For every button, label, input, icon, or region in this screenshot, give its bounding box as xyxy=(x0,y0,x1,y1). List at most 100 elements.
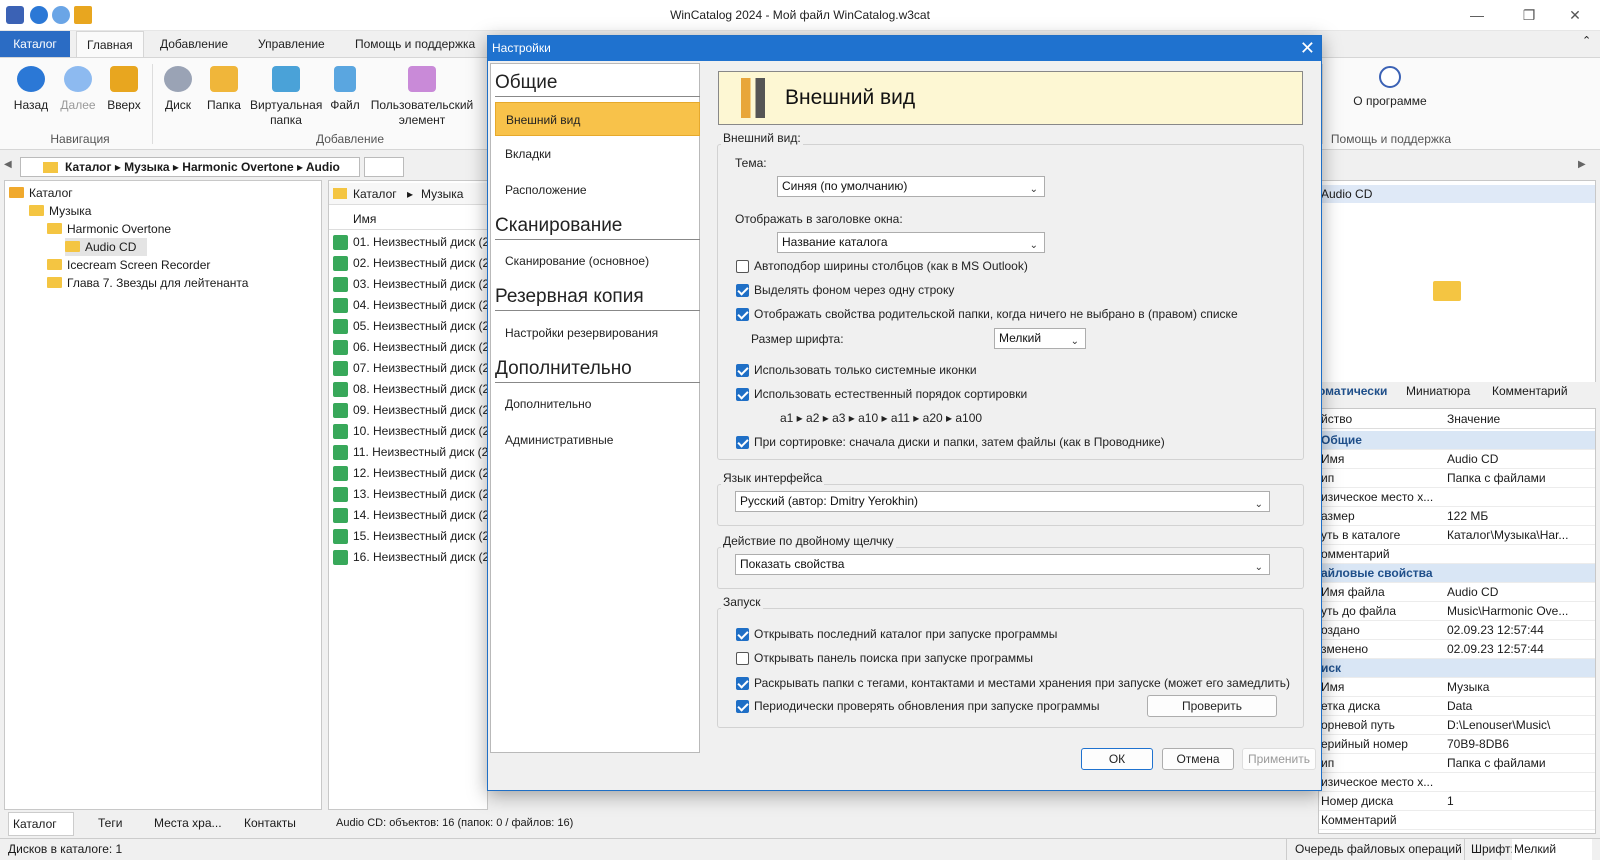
font-size-select[interactable]: Мелкий ⌄ xyxy=(994,328,1086,349)
nav-item-tabs[interactable]: Вкладки xyxy=(495,137,700,171)
parentprops-checkbox[interactable] xyxy=(736,308,749,321)
property-row[interactable]: азмер 122 МБ xyxy=(1319,507,1595,526)
crumb-music[interactable]: Музыка xyxy=(421,183,463,205)
tree-item-catalog[interactable]: Каталог xyxy=(9,184,73,202)
property-row[interactable]: ип Папка с файлами xyxy=(1319,469,1595,488)
minimize-button[interactable]: — xyxy=(1460,4,1494,26)
property-row[interactable]: ерийный номер 70B9-8DB6 xyxy=(1319,735,1595,754)
nav-item-backup-settings[interactable]: Настройки резервирования xyxy=(495,316,700,350)
about-button[interactable]: О программе xyxy=(1350,66,1430,109)
list-item[interactable]: 05. Неизвестный диск (24 xyxy=(329,316,496,337)
tree-item-music[interactable]: Музыка xyxy=(29,202,91,220)
property-section[interactable]: иск xyxy=(1319,659,1595,678)
tab-auto[interactable]: оматически xyxy=(1318,382,1387,400)
property-row[interactable]: уть до файла Music\Harmonic Ove... xyxy=(1319,602,1595,621)
tab-manage[interactable]: Управление xyxy=(248,31,335,57)
new-tab-button[interactable] xyxy=(364,157,404,177)
dblclick-select[interactable]: Показать свойства ⌄ xyxy=(735,554,1270,575)
address-bar[interactable]: Каталог ▸ Музыка ▸ Harmonic Overtone ▸ A… xyxy=(20,157,360,192)
natural-sort-checkbox[interactable] xyxy=(736,388,749,401)
nav-item-layout[interactable]: Расположение xyxy=(495,173,700,207)
property-row[interactable]: Номер диска 1 xyxy=(1319,792,1595,811)
tree-item-icecream[interactable]: Icecream Screen Recorder xyxy=(47,256,210,274)
add-disk-button[interactable]: Диск xyxy=(158,66,198,113)
forward-button[interactable]: Далее xyxy=(56,66,100,113)
property-row[interactable]: етка диска Data xyxy=(1319,697,1595,716)
list-item[interactable]: 16. Неизвестный диск (24 xyxy=(329,547,496,568)
stripes-checkbox[interactable] xyxy=(736,284,749,297)
list-item[interactable]: 15. Неизвестный диск (24 xyxy=(329,526,496,547)
list-item[interactable]: 13. Неизвестный диск (24 xyxy=(329,484,496,505)
nav-item-administrative[interactable]: Административные xyxy=(495,423,700,457)
list-item[interactable]: 06. Неизвестный диск (24 xyxy=(329,337,496,358)
col-value[interactable]: Значение xyxy=(1447,409,1500,429)
tab-storage[interactable]: Места хра... xyxy=(138,812,222,834)
list-item[interactable]: 12. Неизвестный диск (24 xyxy=(329,463,496,484)
back-button[interactable]: Назад xyxy=(10,66,52,113)
nav-item-appearance[interactable]: Внешний вид xyxy=(495,102,700,136)
list-item[interactable]: 11. Неизвестный диск (24 xyxy=(329,442,495,463)
property-row[interactable]: Имя Музыка xyxy=(1319,678,1595,697)
list-item[interactable]: 07. Неизвестный диск (24 xyxy=(329,358,496,379)
tree-item-harmonic-overtone[interactable]: Harmonic Overtone xyxy=(47,220,171,238)
list-item[interactable]: 01. Неизвестный диск (24 xyxy=(329,232,496,253)
caption-select[interactable]: Название каталога ⌄ xyxy=(777,232,1045,253)
sysicons-checkbox[interactable] xyxy=(736,364,749,377)
list-item[interactable]: 10. Неизвестный диск (24 xyxy=(329,421,496,442)
crumb-catalog[interactable]: Каталог xyxy=(353,183,397,205)
folders-first-checkbox[interactable] xyxy=(736,436,749,449)
tab-add[interactable]: Добавление xyxy=(150,31,238,57)
nav-item-scanning-basic[interactable]: Сканирование (основное) xyxy=(495,244,700,278)
property-row[interactable]: омментарий xyxy=(1319,545,1595,564)
check-updates-checkbox[interactable] xyxy=(736,700,749,713)
tab-catalog[interactable]: Каталог xyxy=(8,812,74,836)
autowidth-checkbox[interactable] xyxy=(736,260,749,273)
last-catalog-checkbox[interactable] xyxy=(736,628,749,641)
check-now-button[interactable]: Проверить xyxy=(1147,695,1277,717)
add-folder-button[interactable]: Папка xyxy=(204,66,244,113)
property-row[interactable]: Имя Audio CD xyxy=(1319,450,1595,469)
list-item[interactable]: 04. Неизвестный диск (24 xyxy=(329,295,496,316)
file-queue[interactable]: Очередь файловых операций xyxy=(1286,839,1462,860)
tab-home[interactable]: Главная xyxy=(76,31,144,57)
collapse-ribbon-icon[interactable]: ⌃ xyxy=(1582,34,1591,47)
add-custom-item-button[interactable]: Пользовательский элемент xyxy=(368,66,476,128)
list-item[interactable]: 08. Неизвестный диск (24 xyxy=(329,379,496,400)
maximize-button[interactable]: ❐ xyxy=(1512,4,1546,26)
language-select[interactable]: Русский (автор: Dmitry Yerokhin) ⌄ xyxy=(735,491,1270,512)
property-row[interactable]: Комментарий xyxy=(1319,811,1595,830)
theme-select[interactable]: Синяя (по умолчанию) ⌄ xyxy=(777,176,1045,197)
list-item[interactable]: 02. Неизвестный диск (24 xyxy=(329,253,496,274)
tree-item-chapter7[interactable]: Глава 7. Звезды для лейтенанта xyxy=(47,274,248,292)
scroll-left-icon[interactable]: ◀ xyxy=(4,159,12,170)
cancel-button[interactable]: Отмена xyxy=(1162,748,1234,770)
property-row[interactable]: зменено 02.09.23 12:57:44 xyxy=(1319,640,1595,659)
tab-thumbnail[interactable]: Миниатюра xyxy=(1406,382,1470,400)
tab-tags[interactable]: Теги xyxy=(82,812,122,834)
property-row[interactable]: изическое место х... xyxy=(1319,773,1595,792)
list-item[interactable]: 03. Неизвестный диск (24 xyxy=(329,274,496,295)
expand-folders-checkbox[interactable] xyxy=(736,677,749,690)
font-select[interactable]: Мелкий xyxy=(1512,839,1592,860)
nav-item-advanced[interactable]: Дополнительно xyxy=(495,387,700,421)
apply-button[interactable]: Применить xyxy=(1242,748,1316,770)
list-item[interactable]: 09. Неизвестный диск (24 xyxy=(329,400,496,421)
property-row[interactable]: орневой путь D:\Lenouser\Music\ xyxy=(1319,716,1595,735)
search-panel-checkbox[interactable] xyxy=(736,652,749,665)
add-file-button[interactable]: Файл xyxy=(328,66,362,113)
list-item[interactable]: 14. Неизвестный диск (24 xyxy=(329,505,496,526)
dialog-close-icon[interactable]: ✕ xyxy=(1300,36,1315,61)
property-section[interactable]: айловые свойства xyxy=(1319,564,1595,583)
tree-item-audio-cd[interactable]: Audio CD xyxy=(65,238,147,256)
close-button[interactable]: ✕ xyxy=(1558,4,1592,26)
col-property[interactable]: йство xyxy=(1321,409,1352,429)
ok-button[interactable]: ОК xyxy=(1081,748,1153,770)
tab-help[interactable]: Помощь и поддержка xyxy=(345,31,485,57)
property-row[interactable]: уть в каталоге Каталог\Музыка\Har... xyxy=(1319,526,1595,545)
list-breadcrumb[interactable]: Каталог ▸ Музыка xyxy=(329,183,487,205)
property-row[interactable]: Имя файла Audio CD xyxy=(1319,583,1595,602)
tab-contacts[interactable]: Контакты xyxy=(228,812,296,834)
tab-comment[interactable]: Комментарий xyxy=(1492,382,1568,400)
property-row[interactable]: оздано 02.09.23 12:57:44 xyxy=(1319,621,1595,640)
property-row[interactable]: ип Папка с файлами xyxy=(1319,754,1595,773)
